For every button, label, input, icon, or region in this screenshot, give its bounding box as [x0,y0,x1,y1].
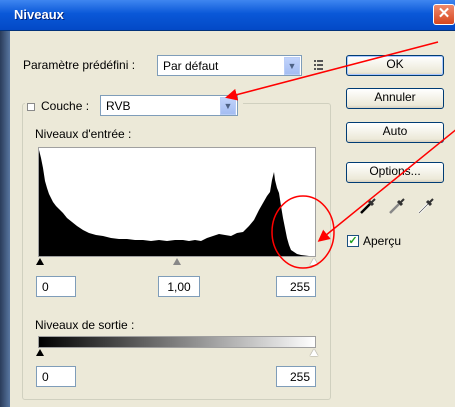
ok-button[interactable]: OK [346,55,444,76]
channel-label: Couche : [41,99,90,113]
cancel-button[interactable]: Annuler [346,88,444,109]
input-gamma-field[interactable]: 1,00 [158,276,200,297]
output-black-slider[interactable] [36,349,44,356]
black-eyedropper-icon[interactable] [358,196,378,216]
chevron-down-icon[interactable]: ▼ [220,97,236,115]
output-black-field[interactable]: 0 [36,366,76,387]
output-levels-label: Niveaux de sortie : [35,318,135,332]
histogram-frame [38,147,316,257]
preset-select[interactable]: Par défaut ▼ [157,55,302,76]
preset-label: Paramètre prédéfini : [23,58,136,72]
output-white-field[interactable]: 255 [276,366,316,387]
input-black-field[interactable]: 0 [36,276,76,297]
list-menu-icon[interactable] [313,59,325,71]
input-white-slider[interactable] [310,258,318,265]
close-icon: ✕ [437,5,451,22]
input-levels-label: Niveaux d'entrée : [35,127,132,141]
annotation-arrow-2 [317,129,455,242]
input-gamma-slider[interactable] [173,258,181,265]
chevron-down-icon[interactable]: ▼ [284,57,300,75]
histogram [39,150,309,256]
levels-dialog: Niveaux ✕ Paramètre prédéfini : Par défa… [0,0,455,407]
output-gradient [38,336,316,348]
channel-select[interactable]: RVB ▼ [100,95,238,116]
white-eyedropper-icon[interactable] [416,196,436,216]
preset-value: Par défaut [163,59,219,73]
channel-square-icon [27,103,35,111]
preview-label: Aperçu [363,234,402,248]
preview-checkbox[interactable]: ✓ [347,235,359,247]
channel-value: RVB [106,99,131,113]
title-bar[interactable]: Niveaux ✕ [0,0,455,31]
options-button[interactable]: Options... [346,162,444,183]
auto-button[interactable]: Auto [346,122,444,143]
input-black-slider[interactable] [36,258,44,265]
gray-eyedropper-icon[interactable] [387,196,407,216]
output-white-slider[interactable] [310,349,318,356]
window-title: Niveaux [14,7,64,22]
window-edge [0,0,10,407]
close-button[interactable]: ✕ [433,4,455,25]
input-white-field[interactable]: 255 [276,276,316,297]
